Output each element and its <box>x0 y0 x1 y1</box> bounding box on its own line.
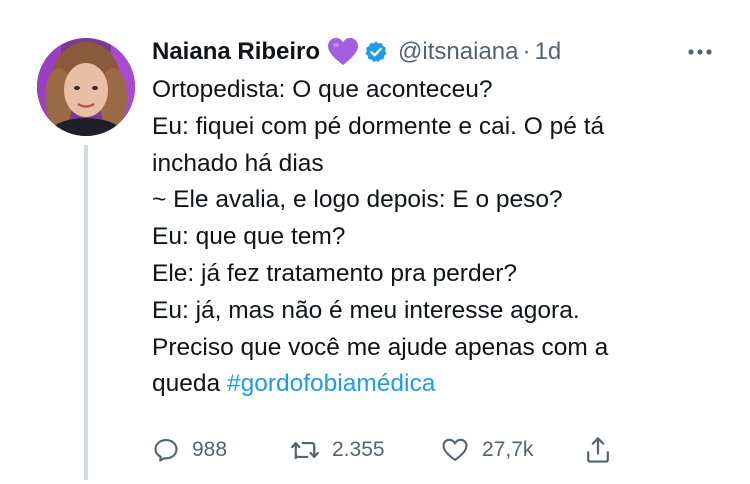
tweet-text-line: Eu: fiquei com pé dormente e cai. O pé t… <box>152 112 605 140</box>
tweet-timestamp[interactable]: 1d <box>534 38 561 66</box>
more-horizontal-icon <box>688 49 712 55</box>
avatar-image <box>37 38 135 136</box>
thread-connector-line <box>84 145 88 480</box>
hashtag-link[interactable]: #gordofobiamédica <box>227 370 435 397</box>
tweet-actions: 988 2.355 27,7k <box>152 432 652 468</box>
tweet-text: Ortopedista: O que aconteceu? Eu: fiquei… <box>152 72 732 403</box>
reply-button[interactable]: 988 <box>152 432 227 468</box>
tweet-header: Naiana Ribeiro @itsnaiana · 1d <box>152 34 561 70</box>
like-count: 27,7k <box>482 438 534 461</box>
share-icon <box>587 437 609 463</box>
like-button[interactable]: 27,7k <box>440 432 533 468</box>
author-name[interactable]: Naiana Ribeiro <box>152 38 320 66</box>
more-options-button[interactable] <box>680 42 720 62</box>
retweet-count: 2.355 <box>332 438 385 461</box>
verified-badge-icon <box>364 40 388 64</box>
like-heart-icon <box>442 438 468 461</box>
retweet-icon <box>290 441 320 460</box>
share-button[interactable] <box>584 432 612 468</box>
tweet-text-line: Eu: já, mas não é meu interesse agora. <box>152 296 580 324</box>
tweet-text-line: ~ Ele avalia, e logo depois: E o peso? <box>152 186 563 214</box>
tweet-text-line: Ortopedista: O que aconteceu? <box>152 76 493 103</box>
tweet-text-last-line: queda #gordofobiamédica <box>152 366 732 403</box>
tweet-text-line: inchado há dias <box>152 149 324 177</box>
separator-dot: · <box>522 38 531 65</box>
author-handle[interactable]: @itsnaiana <box>398 38 518 66</box>
purple-heart-emoji-icon <box>328 38 359 66</box>
retweet-button[interactable]: 2.355 <box>290 432 385 468</box>
reply-icon <box>154 439 178 462</box>
reply-count: 988 <box>192 438 228 461</box>
tweet: Naiana Ribeiro @itsnaiana · 1d Ortopedis… <box>0 0 750 484</box>
tweet-text-fragment: queda <box>152 370 227 398</box>
tweet-text-line: Ele: já fez tratamento pra perder? <box>152 259 517 287</box>
tweet-text-line: Eu: que que tem? <box>152 223 346 251</box>
tweet-text-line: Preciso que você me ajude apenas com a <box>152 333 609 361</box>
avatar[interactable] <box>37 38 135 136</box>
